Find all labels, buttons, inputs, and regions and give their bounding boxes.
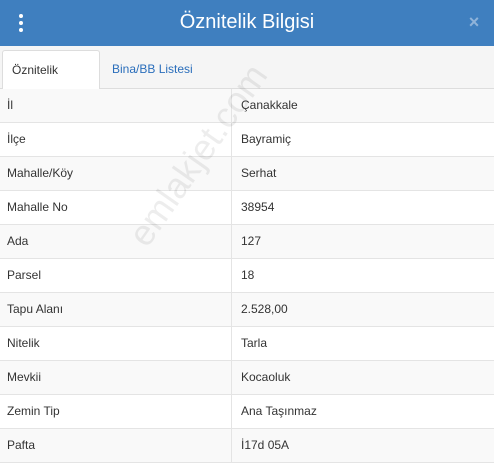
table-row: Zemin Tip Ana Taşınmaz	[0, 395, 494, 429]
table-row: Tapu Alanı 2.528,00	[0, 293, 494, 327]
row-value: İ17d 05A	[241, 438, 290, 452]
row-value: 2.528,00	[241, 302, 288, 316]
row-value: 38954	[241, 200, 275, 214]
row-label: Tapu Alanı	[0, 293, 232, 326]
row-value: Kocaoluk	[241, 370, 291, 384]
row-label: Nitelik	[0, 327, 232, 360]
row-label: Mevkii	[0, 361, 232, 394]
table-row: İlçe Bayramiç	[0, 123, 494, 157]
row-label: İlçe	[0, 123, 232, 156]
dialog-title: Öznitelik Bilgisi	[179, 11, 315, 33]
row-label: Ada	[0, 225, 232, 258]
table-row: Mahalle/Köy Serhat	[0, 157, 494, 191]
tab-bar: Öznitelik Bilgisi Bina/BB Listesi	[0, 46, 494, 115]
table-row: Parsel 18	[0, 259, 494, 293]
table-row: Pafta İ17d 05A	[0, 429, 494, 463]
dialog-header: Öznitelik Bilgisi ×	[0, 0, 494, 46]
row-value: 18	[241, 268, 255, 282]
row-label: Mahalle/Köy	[0, 157, 232, 190]
tab-oznitelik-bilgisi[interactable]: Öznitelik Bilgisi	[2, 50, 100, 115]
row-value: 127	[241, 234, 262, 248]
attribute-table: İl Çanakkale İlçe Bayramiç Mahalle/Köy S…	[0, 89, 494, 463]
table-row: Mahalle No 38954	[0, 191, 494, 225]
table-row: Ada 127	[0, 225, 494, 259]
row-label: Pafta	[0, 429, 232, 462]
row-label: Mahalle No	[0, 191, 232, 224]
table-row: İl Çanakkale	[0, 89, 494, 123]
row-value: Serhat	[241, 166, 277, 180]
close-icon[interactable]: ×	[466, 12, 482, 32]
table-row: Nitelik Tarla	[0, 327, 494, 361]
row-value: Tarla	[241, 336, 268, 350]
row-value: Bayramiç	[241, 132, 292, 146]
table-row: Mevkii Kocaoluk	[0, 361, 494, 395]
tab-bina-bb-listesi[interactable]: Bina/BB Listesi	[103, 50, 202, 89]
row-value: Ana Taşınmaz	[241, 404, 317, 418]
row-label: İl	[0, 89, 232, 122]
row-label: Zemin Tip	[0, 395, 232, 428]
row-label: Parsel	[0, 259, 232, 292]
row-value: Çanakkale	[241, 98, 298, 112]
